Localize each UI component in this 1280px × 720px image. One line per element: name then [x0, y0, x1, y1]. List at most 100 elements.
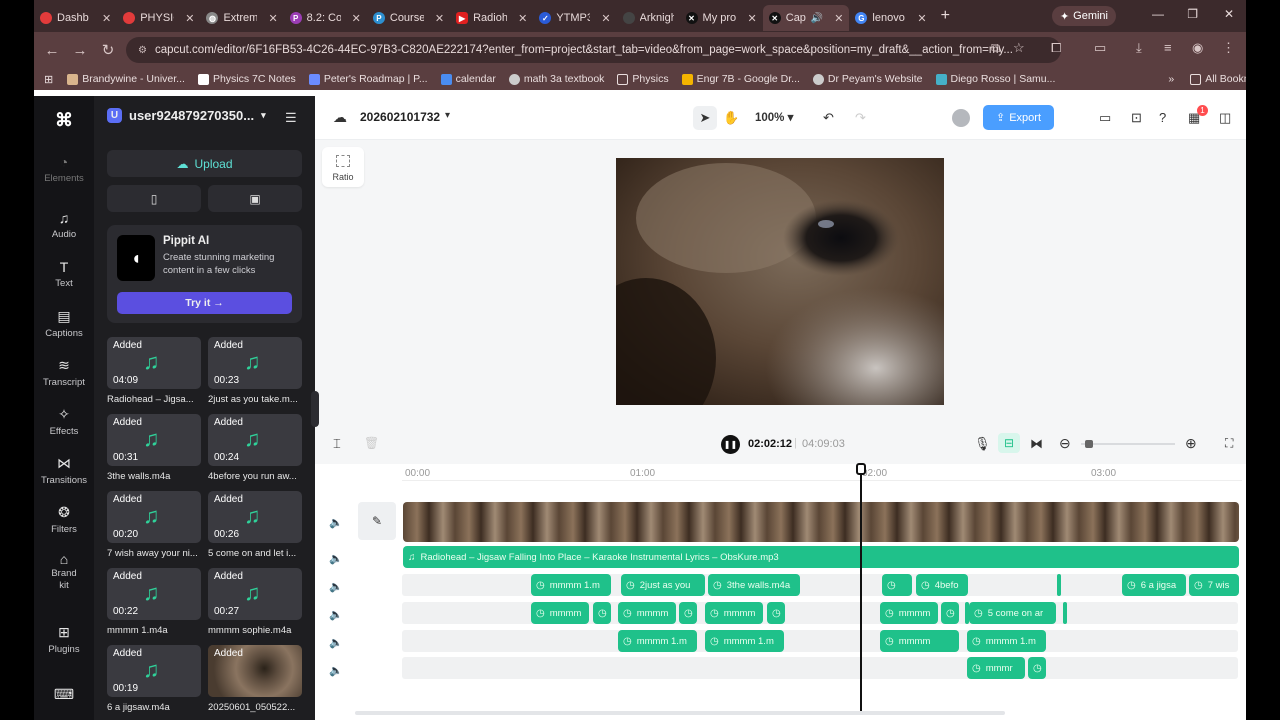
audio-clip[interactable]: ◷ mmmm	[880, 602, 938, 624]
audio-clip[interactable]: ◷	[941, 602, 959, 624]
asset-card[interactable]: Added ♫ 00:24 4before you run aw...	[208, 414, 302, 482]
try-it-button[interactable]: Try it →	[117, 292, 292, 314]
new-tab-button[interactable]: +	[941, 7, 950, 25]
layout-icon[interactable]: ◫	[1219, 110, 1231, 126]
audio-clip[interactable]: ◷ mmmm 1.m	[967, 630, 1046, 652]
bookmark[interactable]: Peter's Roadmap | P...	[308, 73, 428, 85]
audio-clip[interactable]: ◷	[1028, 657, 1046, 679]
close-icon[interactable]: ✕	[748, 12, 757, 25]
close-icon[interactable]: ✕	[185, 12, 194, 25]
video-preview[interactable]	[616, 158, 944, 405]
phone-upload-button[interactable]: ▯	[107, 185, 201, 212]
audio-clip[interactable]: ◷	[882, 574, 912, 596]
nav-audio[interactable]: ♫ Audio	[34, 210, 94, 240]
export-button[interactable]: ⇪ Export	[983, 105, 1054, 130]
magnet-icon[interactable]: ⊟	[998, 433, 1020, 453]
tab[interactable]: ◍ Extrem ✕	[200, 5, 283, 31]
video-track-clip[interactable]	[403, 502, 1239, 542]
bookmark[interactable]: Physics 7C Notes	[197, 73, 296, 85]
audio-clip[interactable]: ◷ mmmm	[705, 602, 763, 624]
audio-clip[interactable]: ◷ mmmm	[618, 602, 676, 624]
chevron-down-icon[interactable]: ▾	[445, 110, 450, 121]
audio-clip[interactable]: ◷ mmmm 1.m	[531, 574, 611, 596]
asset-card[interactable]: Added ♫ 00:19 6 a jigsaw.m4a	[107, 645, 201, 713]
panel-collapse-handle[interactable]	[311, 391, 319, 427]
pause-button[interactable]: ❚❚	[721, 435, 740, 454]
asset-card[interactable]: Added ♫ 00:23 2just as you take.m...	[208, 337, 302, 405]
forward-button[interactable]: →	[66, 42, 94, 59]
project-name[interactable]: 202602101732	[360, 110, 440, 124]
close-window-button[interactable]: ✕	[1224, 7, 1234, 21]
close-icon[interactable]: ✕	[352, 12, 361, 25]
bookmark[interactable]: math 3a textbook	[508, 73, 604, 85]
hand-tool-icon[interactable]: ✋	[723, 110, 739, 126]
bookmark[interactable]: Dr Peyam's Website	[812, 73, 923, 85]
gemini-button[interactable]: ✦ Gemini	[1051, 6, 1116, 26]
nav-plugins[interactable]: ⊞ Plugins	[34, 624, 94, 655]
menu-icon[interactable]: ⋮	[1222, 40, 1235, 56]
record-icon[interactable]: ⊡	[1131, 110, 1142, 126]
audio-clip[interactable]: ◷	[593, 602, 611, 624]
apps-icon[interactable]: ⊞	[44, 73, 53, 86]
download-icon[interactable]: ⤓	[1136, 40, 1142, 56]
audio-clip[interactable]: ◷ mmmr	[967, 657, 1025, 679]
audio-clip[interactable]: ◷ 5 come on ar	[969, 602, 1056, 624]
reload-button[interactable]: ↻	[94, 41, 122, 59]
close-icon[interactable]: ✕	[518, 12, 527, 25]
bookmark[interactable]: Brandywine - Univer...	[67, 73, 185, 85]
tab-active[interactable]: ✕ Cap 🔊 ✕	[762, 5, 850, 31]
ratio-button[interactable]: Ratio	[322, 147, 364, 187]
more-bookmarks-icon[interactable]: »	[1168, 73, 1174, 85]
close-icon[interactable]: ✕	[601, 12, 610, 25]
nav-effects[interactable]: ✧ Effects	[34, 406, 94, 437]
audio-clip[interactable]: ◷ 7 wis	[1189, 574, 1239, 596]
avatar[interactable]	[952, 109, 970, 127]
audio-clip[interactable]: ◷ mmmm	[880, 630, 959, 652]
maximize-button[interactable]: ❐	[1187, 7, 1198, 21]
audio-clip[interactable]	[1063, 602, 1067, 624]
minimize-button[interactable]: —	[1152, 7, 1164, 21]
speaker-icon[interactable]: 🔈	[329, 552, 343, 565]
speaker-icon[interactable]: 🔊	[811, 13, 823, 24]
speaker-icon[interactable]: 🔈	[329, 664, 343, 677]
bookmark[interactable]: Diego Rosso | Samu...	[935, 73, 1055, 85]
audio-clip[interactable]: ◷ 6 a jigsa	[1122, 574, 1186, 596]
nav-transitions[interactable]: ⋈ Transitions	[34, 455, 94, 486]
bookmark[interactable]: calendar	[440, 73, 496, 85]
tab[interactable]: ▶ Radioh ✕	[450, 5, 533, 31]
nav-text[interactable]: T Text	[34, 259, 94, 289]
playhead-handle[interactable]	[856, 463, 866, 475]
horizontal-scrollbar[interactable]	[355, 711, 1005, 715]
tab[interactable]: ✕ My pro ✕	[680, 5, 763, 31]
nav-captions[interactable]: ▤ Captions	[34, 308, 94, 339]
capcut-logo[interactable]: ⌘	[34, 110, 94, 131]
asset-card[interactable]: Added ♫ 00:27 mmmm sophie.m4a	[208, 568, 302, 636]
close-icon[interactable]: ✕	[435, 12, 444, 25]
sort-icon[interactable]: ☰	[285, 110, 297, 126]
audio-clip[interactable]: ◷ mmmm	[531, 602, 589, 624]
back-button[interactable]: ←	[38, 42, 66, 59]
site-info-icon[interactable]: ⚙	[138, 45, 147, 56]
audio-clip[interactable]: ◷ 4befo	[916, 574, 968, 596]
audio-clip[interactable]: ◷ 2just as you	[621, 574, 705, 596]
speaker-icon[interactable]: 🔈	[329, 636, 343, 649]
split-icon[interactable]: ⌶	[333, 436, 341, 452]
microphone-icon[interactable]: 🎙	[974, 436, 991, 452]
profile-avatar[interactable]: ◉	[1192, 40, 1203, 56]
close-icon[interactable]: ✕	[102, 12, 111, 25]
select-tool-icon[interactable]: ➤	[693, 106, 717, 130]
playhead[interactable]	[856, 463, 866, 714]
fullscreen-icon[interactable]: ⛶	[1225, 436, 1233, 451]
tab[interactable]: P 8.2: Co ✕	[284, 5, 367, 31]
edit-cover-icon[interactable]: ✎	[358, 502, 396, 540]
asset-card[interactable]: Added ♫ 00:20 7 wish away your ni...	[107, 491, 201, 559]
all-bookmarks[interactable]: All Bookmarks	[1190, 73, 1246, 85]
close-icon[interactable]: ✕	[917, 12, 926, 25]
speaker-icon[interactable]: 🔈	[329, 580, 343, 593]
audio-clip[interactable]	[1057, 574, 1061, 596]
media-icon[interactable]: ≡	[1164, 40, 1172, 55]
link-icon[interactable]: ⧓	[1030, 436, 1043, 452]
install-icon[interactable]: ⧉	[991, 40, 1000, 56]
help-icon[interactable]: ?	[1159, 110, 1166, 125]
delete-icon[interactable]: 🗑	[364, 436, 379, 450]
